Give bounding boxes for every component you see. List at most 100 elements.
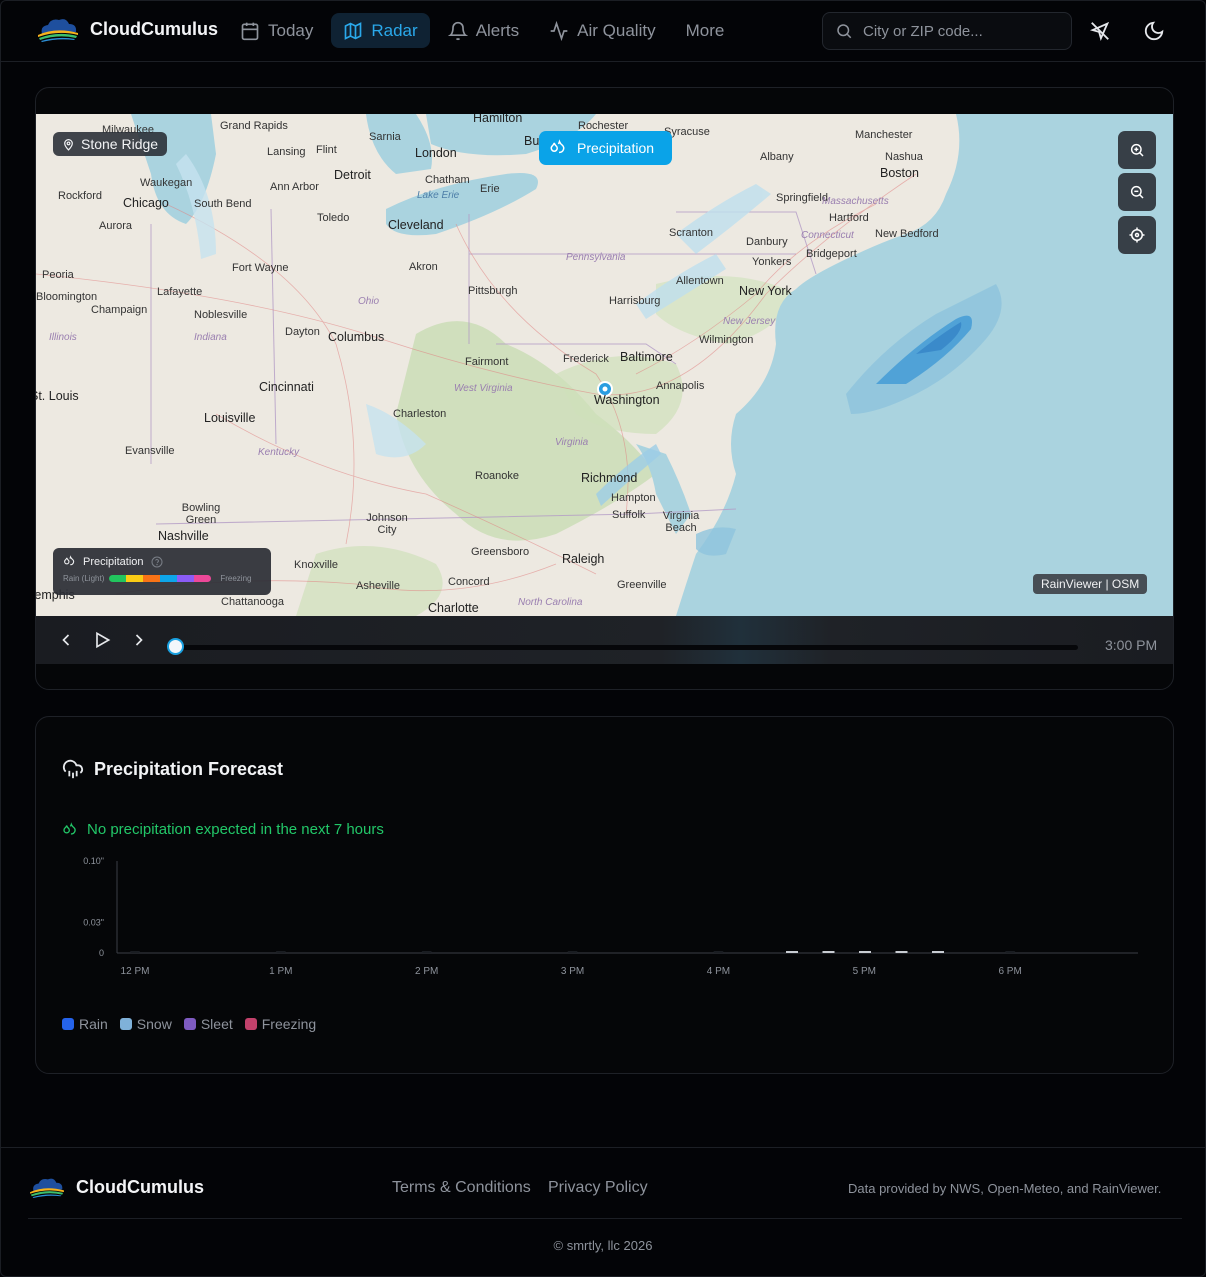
legend-scale-row: Rain (Light) Freezing (63, 574, 261, 583)
legend-item-snow: Snow (119, 1016, 172, 1032)
map-state-label: Massachusetts (822, 196, 889, 207)
nav-more-label: More (685, 20, 725, 40)
map-attribution[interactable]: RainViewer | OSM (1033, 574, 1148, 594)
forecast-header: Precipitation Forecast (62, 758, 283, 780)
nav-radar-label: Radar (371, 20, 418, 40)
zoom-out-icon (1130, 185, 1144, 199)
terms-link[interactable]: Terms & Conditions (392, 1179, 531, 1197)
play-icon[interactable] (92, 630, 112, 650)
precip-bar (932, 951, 944, 953)
footer-divider (28, 1218, 1182, 1219)
precipitation-chart: 0 0.03" 0.10" 12 PM 1 PM 2 PM 3 PM 4 PM 5 PM 6 PM (83, 856, 1138, 977)
top-nav-bar: CloudCumulus Today Radar Alerts Air Qual… (0, 0, 1206, 62)
map-city-label: Rockford (58, 190, 103, 202)
precip-bar (275, 951, 286, 953)
nav-air-quality[interactable]: Air Quality (537, 13, 667, 48)
map-city-label: Frederick (563, 353, 609, 365)
legend-scale-step (194, 575, 212, 582)
precip-bar (421, 951, 432, 953)
map-city-label: Roanoke (475, 470, 520, 482)
footer-brand[interactable]: CloudCumulus (28, 1176, 204, 1198)
map-city-label: Detroit (334, 168, 371, 182)
zoom-out-button[interactable] (1118, 173, 1156, 211)
x-tick-label: 6 PM (998, 966, 1021, 977)
privacy-link[interactable]: Privacy Policy (548, 1179, 648, 1197)
precipitation-legend: Precipitation Rain (Light) Freezing (53, 548, 271, 595)
radar-playback-bar: 3:00 PM (36, 616, 1173, 664)
map-city-label: Chatham (425, 174, 470, 186)
zoom-in-button[interactable] (1118, 131, 1156, 169)
legend-label-sleet: Sleet (200, 1016, 233, 1032)
legend-item-sleet: Sleet (183, 1016, 233, 1032)
chevron-left-icon[interactable] (56, 630, 76, 650)
nav-today[interactable]: Today (228, 13, 325, 48)
map-city-label: Chattanooga (221, 596, 284, 608)
y-tick-label: 0.10" (83, 856, 104, 866)
map-state-label: Ohio (358, 296, 380, 307)
map-city-label: Raleigh (562, 552, 605, 566)
map-city-label: Harrisburg (609, 295, 661, 307)
precip-bar (567, 951, 578, 953)
map-city-label: Allentown (676, 275, 724, 287)
map-pin-icon (64, 138, 73, 151)
map-city-label: Concord (448, 576, 490, 588)
map-city-label: Akron (409, 261, 438, 273)
footer: CloudCumulus Terms & Conditions Privacy … (0, 1147, 1206, 1277)
precip-bar (713, 951, 724, 953)
precipitation-layer-button[interactable]: Precipitation (539, 131, 672, 165)
nav-radar[interactable]: Radar (331, 13, 430, 48)
nav-more[interactable]: More (674, 13, 737, 48)
locate-icon (1129, 227, 1145, 243)
search-box (822, 12, 1072, 50)
radar-map[interactable]: Hamilton Rochester Manchester Grand Rapi… (36, 114, 1173, 616)
precip-bar (822, 951, 835, 953)
map-state-label: West Virginia (454, 383, 513, 394)
map-state-label: Illinois (49, 332, 77, 343)
precipitation-layer-label: Precipitation (577, 140, 655, 156)
map-city-label: Asheville (356, 580, 401, 592)
map-city-label: Bloomington (36, 291, 98, 303)
timeline-handle[interactable] (167, 638, 184, 655)
timeline-track[interactable] (176, 645, 1078, 650)
map-city-label: Albany (760, 151, 794, 163)
forecast-status-text: No precipitation expected in the next 7 … (87, 821, 384, 838)
legend-scale-step (160, 575, 178, 582)
map-city-label: Baltimore (620, 350, 673, 364)
location-off-icon[interactable] (1089, 20, 1111, 42)
map-city-label: Nashville (158, 529, 209, 543)
map-city-label: Chicago (123, 196, 169, 210)
y-tick-label: 0 (99, 948, 104, 958)
locate-button[interactable] (1118, 216, 1156, 254)
bell-icon (447, 21, 468, 40)
legend-scale-step (126, 575, 144, 582)
legend-low-label: Rain (Light) (63, 574, 105, 583)
nav-alerts[interactable]: Alerts (436, 13, 531, 48)
cloud-logo-icon (38, 19, 78, 42)
precip-bar (130, 951, 140, 953)
droplets-icon (550, 139, 565, 154)
precip-bar (859, 951, 871, 953)
legend-swatch-freezing (244, 1018, 257, 1030)
map-city-label: Wilmington (699, 334, 754, 346)
map-water-label: Lake Erie (417, 190, 460, 201)
chevron-right-icon[interactable] (129, 630, 149, 650)
precip-bar (895, 951, 908, 953)
legend-swatch-rain (62, 1018, 74, 1030)
map-city-label: Hamilton (473, 114, 523, 125)
map-city-label: Pittsburgh (468, 285, 518, 297)
map-city-label: Johnson City (366, 512, 408, 536)
legend-scale-step (177, 575, 195, 582)
forecast-status: No precipitation expected in the next 7 … (62, 821, 384, 838)
help-icon[interactable] (151, 556, 163, 568)
forecast-title: Precipitation Forecast (94, 758, 284, 779)
map-city-label: Dayton (285, 326, 320, 338)
map-city-label: Champaign (91, 304, 148, 316)
search-input[interactable] (863, 22, 1053, 40)
map-city-label: Nashua (885, 151, 923, 163)
moon-icon[interactable] (1143, 20, 1165, 42)
brand-logo[interactable]: CloudCumulus (36, 16, 218, 42)
map-city-label: Lansing (267, 146, 306, 158)
legend-color-scale (109, 575, 212, 582)
map-city-label: Fairmont (465, 356, 509, 368)
nav-today-label: Today (268, 20, 314, 40)
